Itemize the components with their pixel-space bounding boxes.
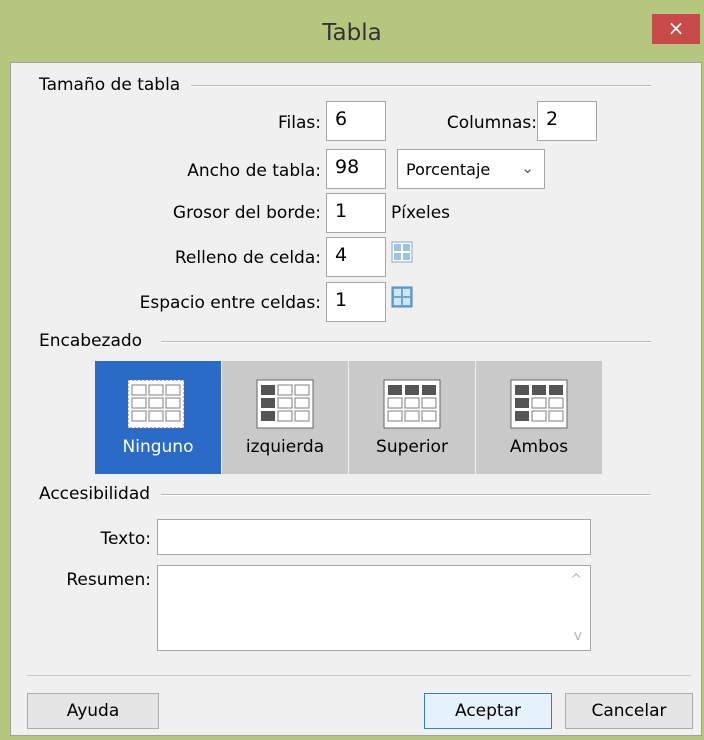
text-label: Texto: <box>100 529 151 549</box>
border-thickness-label: Grosor del borde: <box>172 203 321 223</box>
chevron-down-icon: ⌄ <box>521 159 534 177</box>
header-separator <box>161 341 651 343</box>
header-group-label: Encabezado <box>39 331 149 351</box>
table-both-header-icon <box>510 379 568 429</box>
table-size-separator <box>191 85 651 87</box>
header-option-left[interactable]: izquierda <box>222 361 348 474</box>
dialog-title: Tabla <box>322 20 382 46</box>
scroll-up-icon[interactable]: ^ <box>570 572 582 588</box>
table-width-label: Ancho de tabla: <box>187 161 321 181</box>
help-button[interactable]: Ayuda <box>27 693 159 729</box>
summary-textarea[interactable]: ^ v <box>157 565 591 651</box>
width-unit-value: Porcentaje <box>406 160 491 179</box>
accessibility-separator <box>161 494 651 496</box>
cell-spacing-icon <box>391 286 413 308</box>
header-option-none-label: Ninguno <box>122 437 194 457</box>
table-left-header-icon <box>256 379 314 429</box>
text-input[interactable] <box>157 519 591 555</box>
cancel-button[interactable]: Cancelar <box>565 693 693 729</box>
rows-input[interactable]: 6 <box>326 101 386 141</box>
table-top-header-icon <box>383 379 441 429</box>
header-option-both-label: Ambos <box>509 437 569 457</box>
scroll-down-icon[interactable]: v <box>574 628 582 644</box>
header-option-left-label: izquierda <box>245 437 325 457</box>
cell-padding-icon <box>391 241 413 263</box>
columns-label: Columnas: <box>446 113 537 133</box>
accessibility-group-label: Accesibilidad <box>39 484 157 504</box>
border-thickness-input[interactable]: 1 <box>326 193 386 233</box>
header-option-none[interactable]: Ninguno <box>95 361 221 474</box>
cell-padding-input[interactable]: 4 <box>326 237 386 277</box>
footer-separator <box>27 675 691 676</box>
table-width-input[interactable]: 98 <box>326 149 386 189</box>
table-dialog: Tabla × Tamaño de tabla Filas: 6 Columna… <box>0 0 704 740</box>
title-bar[interactable]: Tabla × <box>0 0 704 62</box>
border-unit-label: Píxeles <box>391 203 451 223</box>
dialog-body: Tamaño de tabla Filas: 6 Columnas: 2 Anc… <box>10 62 702 736</box>
cell-spacing-input[interactable]: 1 <box>326 282 386 322</box>
table-size-group-label: Tamaño de tabla <box>39 75 187 95</box>
header-option-both[interactable]: Ambos <box>476 361 602 474</box>
summary-label: Resumen: <box>66 570 151 590</box>
header-option-top-label: Superior <box>376 437 448 457</box>
cell-spacing-label: Espacio entre celdas: <box>139 293 321 313</box>
close-button[interactable]: × <box>652 14 700 44</box>
table-no-header-icon <box>127 379 185 429</box>
header-option-top[interactable]: Superior <box>349 361 475 474</box>
cell-padding-label: Relleno de celda: <box>174 248 321 268</box>
ok-button[interactable]: Aceptar <box>424 693 552 729</box>
width-unit-select[interactable]: Porcentaje ⌄ <box>397 149 545 189</box>
columns-input[interactable]: 2 <box>537 101 597 141</box>
rows-label: Filas: <box>278 113 321 133</box>
